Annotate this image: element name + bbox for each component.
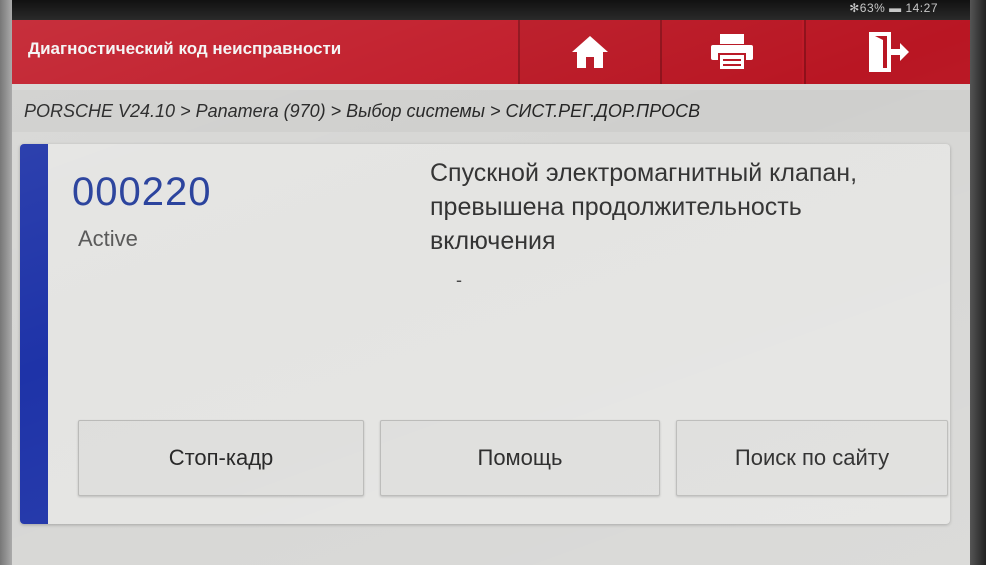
device-bezel-right xyxy=(970,0,986,565)
web-search-button[interactable]: Поиск по сайту xyxy=(676,420,948,496)
dtc-status: Active xyxy=(78,226,138,251)
print-button[interactable] xyxy=(660,20,802,84)
freeze-frame-button[interactable]: Стоп-кадр xyxy=(78,420,364,496)
dtc-extra-value: - xyxy=(456,270,462,290)
card-accent-bar xyxy=(20,144,48,524)
breadcrumb-text: PORSCHE V24.10 > Panamera (970) > Выбор … xyxy=(24,101,701,121)
home-icon xyxy=(572,36,608,68)
title-bar: Диагностический код неисправности xyxy=(12,20,970,84)
printer-icon xyxy=(711,34,753,71)
dtc-card: 000220 Active Спускной электромагнитный … xyxy=(20,144,950,524)
dtc-code: 000220 xyxy=(72,170,212,214)
help-button[interactable]: Помощь xyxy=(380,420,660,496)
dtc-description: Спускной электромагнитный клапан, превыш… xyxy=(430,159,858,255)
exit-icon xyxy=(869,32,909,72)
exit-button[interactable] xyxy=(804,20,970,84)
status-bar-text: ✻63% ▬ 14:27 xyxy=(849,1,938,15)
home-button[interactable] xyxy=(518,20,660,84)
app-screen: Диагностический код неисправности PORSCH… xyxy=(12,20,970,565)
breadcrumb: PORSCHE V24.10 > Panamera (970) > Выбор … xyxy=(12,90,970,132)
page-title: Диагностический код неисправности xyxy=(28,39,342,58)
device-bezel-top: ✻63% ▬ 14:27 xyxy=(0,0,986,20)
device-bezel-left xyxy=(0,0,12,565)
